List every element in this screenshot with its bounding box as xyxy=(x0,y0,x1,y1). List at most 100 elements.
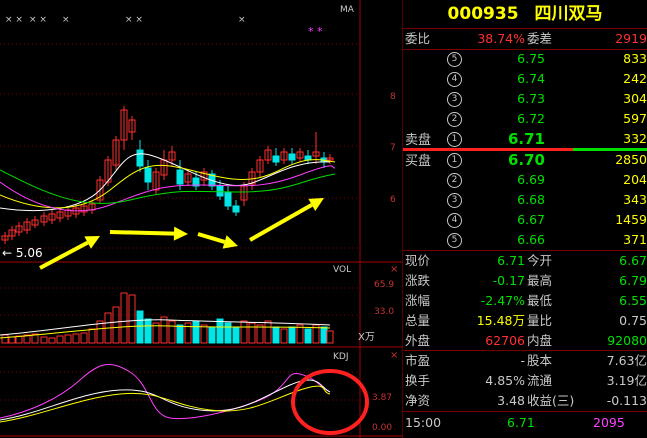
stat-value: 6.71 xyxy=(497,253,525,268)
fund-label: 流通 xyxy=(527,373,553,388)
volume-bar xyxy=(264,320,272,344)
volume-bar xyxy=(48,337,56,344)
level-circle-icon: 4 xyxy=(447,72,462,87)
bid-price: 6.70 xyxy=(507,151,545,169)
quote-stat-row: 外盘 62706 内盘 92080 xyxy=(403,331,647,351)
volume-bar xyxy=(232,326,240,344)
candle-body xyxy=(216,185,224,197)
volume-bar xyxy=(208,326,216,344)
bid-volume: 204 xyxy=(623,172,647,187)
arrow-head-icon xyxy=(222,235,238,249)
fund-label: 股本 xyxy=(527,353,553,368)
stock-code: 000935 xyxy=(447,4,519,24)
candle-body xyxy=(136,149,144,167)
kdj-label: KDJ xyxy=(333,352,349,362)
stat-value: 0.75 xyxy=(619,313,647,328)
last-time: 15:00 xyxy=(405,415,442,430)
fund-value: 3.48 xyxy=(497,393,525,408)
arrow-head-icon xyxy=(173,226,188,241)
volume-bar xyxy=(192,320,200,344)
ask-level-5: 5 6.75 833 xyxy=(403,49,647,69)
bid-volume: 2850 xyxy=(615,152,647,167)
level-circle-icon: 4 xyxy=(447,213,462,228)
quote-stat-row: 现价 6.71 今开 6.67 xyxy=(403,251,647,271)
candle-body xyxy=(232,205,240,213)
bid-level-1: 1 6.70 2850 xyxy=(403,150,647,170)
weibi-row: 委比 38.74% 委差 2919 xyxy=(403,29,647,49)
star-mark-4: × × xyxy=(125,15,143,25)
kline-chart-area[interactable]: MA * * × × × × × × × × 8 7 6 ← 5.06 VOL … xyxy=(0,0,403,438)
volume-bar xyxy=(136,310,144,344)
volume-bar xyxy=(248,322,256,344)
star-mark-1: × × xyxy=(5,15,23,25)
stock-header: 000935 四川双马 xyxy=(403,0,647,28)
level-circle-icon: 1 xyxy=(447,153,462,168)
close-vol-icon[interactable]: × xyxy=(390,264,398,275)
star-mark-5: × xyxy=(238,15,246,25)
price-tick-6: 6 xyxy=(390,195,396,205)
ask-level-2: 2 6.72 597 xyxy=(403,109,647,129)
stat-label: 涨跌 xyxy=(405,273,431,288)
candle-body xyxy=(272,155,280,163)
bid-level-3: 3 6.68 343 xyxy=(403,190,647,210)
stat-value: 6.55 xyxy=(619,293,647,308)
volume-bar xyxy=(72,333,80,344)
volume-bar xyxy=(112,306,120,344)
bid-price: 6.67 xyxy=(517,212,545,227)
stat-label: 今开 xyxy=(527,253,553,268)
bid-volume: 343 xyxy=(623,192,647,207)
quote-panel: 000935 四川双马 委比 38.74% 委差 2919 5 6.75 833 4 6… xyxy=(403,0,647,438)
ask-price: 6.73 xyxy=(517,91,545,106)
star-mark-2: × × xyxy=(29,15,47,25)
level-circle-icon: 2 xyxy=(447,112,462,127)
volume-bar xyxy=(56,335,64,344)
stat-value: -0.17 xyxy=(492,273,525,288)
ask-price: 6.72 xyxy=(517,111,545,126)
ma-label: MA xyxy=(340,5,355,15)
annotation-arrow xyxy=(39,240,89,270)
fund-label: 净资 xyxy=(405,393,431,408)
sell-label: 卖盘 xyxy=(405,133,432,148)
volume-bar xyxy=(120,292,128,344)
level-circle-icon: 5 xyxy=(447,52,462,67)
stat-label: 最低 xyxy=(527,293,553,308)
close-kdj-icon[interactable]: × xyxy=(390,350,398,361)
volume-bar xyxy=(40,336,48,344)
volume-bar xyxy=(256,324,264,344)
stat-label: 涨幅 xyxy=(405,293,431,308)
volume-bar xyxy=(8,336,16,344)
ask-price: 6.71 xyxy=(507,130,545,148)
fund-label: 收益(三) xyxy=(527,393,575,408)
volume-bar xyxy=(144,318,152,344)
volume-bar xyxy=(128,294,136,344)
weibi-value: 38.74% xyxy=(477,31,525,46)
volume-bar xyxy=(80,332,88,344)
kdj-tick-2: 0.00 xyxy=(372,423,392,433)
stat-label: 总量 xyxy=(405,313,431,328)
vol-label: VOL xyxy=(333,265,351,275)
magenta-stars: * * xyxy=(308,25,323,38)
buy-label: 买盘 xyxy=(405,154,432,169)
sell-buy-divider-green xyxy=(573,148,647,151)
annotation-red-circle xyxy=(291,369,369,435)
volume-bar xyxy=(224,322,232,344)
fundamental-row: 市盈 - 股本 7.63亿 xyxy=(403,351,647,371)
stat-value: 15.48万 xyxy=(476,313,525,328)
quote-stat-row: 总量 15.48万 量比 0.75 xyxy=(403,311,647,331)
fund-label: 市盈 xyxy=(405,353,431,368)
ask-price: 6.75 xyxy=(517,51,545,66)
last-vol: 2095 xyxy=(593,415,625,430)
last-trade-row: 15:00 6.71 2095 xyxy=(403,413,647,435)
level-circle-icon: 5 xyxy=(447,233,462,248)
stat-label: 现价 xyxy=(405,253,431,268)
vol-tick-high: 65.9 xyxy=(374,280,394,290)
stat-value: 6.67 xyxy=(619,253,647,268)
level-circle-icon: 3 xyxy=(447,92,462,107)
ask-volume: 833 xyxy=(623,51,647,66)
fund-label: 换手 xyxy=(405,373,431,388)
price-tick-7: 7 xyxy=(390,143,396,153)
stat-label: 量比 xyxy=(527,313,553,328)
star-mark-3: × xyxy=(62,15,70,25)
bid-price: 6.69 xyxy=(517,172,545,187)
volume-bar xyxy=(88,328,96,344)
